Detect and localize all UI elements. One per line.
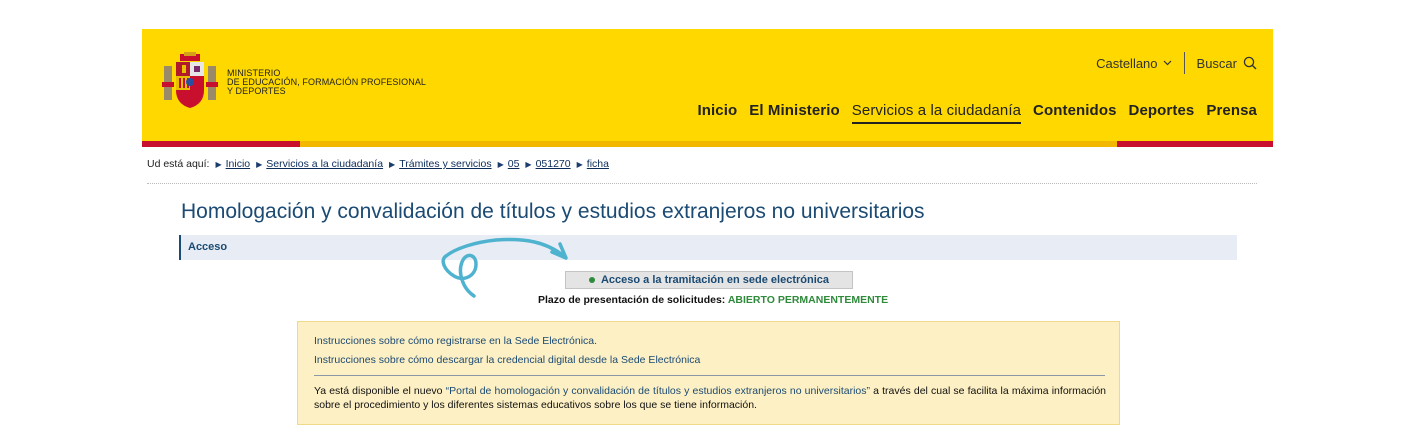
tramitation-access-button[interactable]: Acceso a la tramitación en sede electrón… [565,271,853,289]
deadline-label: Plazo de presentación de solicitudes: [538,294,726,306]
header-tools: Castellano Buscar [1096,52,1257,74]
caret-right-icon: ▶ [215,159,222,169]
credential-instructions-link[interactable]: Instrucciones sobre cómo descargar la cr… [314,354,700,366]
register-instructions-link[interactable]: Instrucciones sobre cómo registrarse en … [314,335,597,347]
coat-of-arms-logo[interactable] [162,52,218,109]
breadcrumb-item: ▶ 051270 [525,158,570,170]
breadcrumb-link-051270[interactable]: 051270 [536,158,571,170]
submission-deadline: Plazo de presentación de solicitudes: AB… [538,294,888,306]
access-section-header: Acceso [179,235,1237,260]
portal-announcement: Ya está disponible el nuevo “Portal de h… [314,384,1106,412]
portal-link[interactable]: “Portal de homologación y convalidación … [446,385,870,397]
main-navigation: Inicio El Ministerio Servicios a la ciud… [698,102,1258,124]
green-dot-icon [588,277,595,283]
chevron-down-icon [1163,60,1171,66]
header-tools-divider [1183,52,1185,74]
nav-item-servicios-ciudadania[interactable]: Servicios a la ciudadanía [851,102,1022,124]
nav-item-prensa[interactable]: Prensa [1206,102,1257,124]
language-selector[interactable]: Castellano [1096,56,1183,71]
breadcrumb-link-ficha[interactable]: ficha [587,158,609,170]
breadcrumb-item: ▶ Servicios a la ciudadanía [256,158,383,170]
breadcrumb-link-servicios[interactable]: Servicios a la ciudadanía [266,158,383,170]
caret-right-icon: ▶ [525,159,532,169]
ministry-name[interactable]: MINISTERIO DE EDUCACIÓN, FORMACIÓN PROFE… [227,69,426,96]
breadcrumb-link-inicio[interactable]: Inicio [226,158,251,170]
info-box: Instrucciones sobre cómo registrarse en … [297,321,1120,425]
page-title: Homologación y convalidación de títulos … [181,200,925,223]
announcement-text-start: Ya está disponible el nuevo [314,385,446,397]
header-stripe-red-right [1117,141,1273,147]
breadcrumb-item: ▶ Trámites y servicios [389,158,492,170]
nav-item-inicio[interactable]: Inicio [698,102,738,124]
header-stripe-gold [300,141,1117,147]
caret-right-icon: ▶ [256,159,263,169]
language-label: Castellano [1096,55,1158,71]
tramitation-button-label: Acceso a la tramitación en sede electrón… [600,274,830,286]
deadline-status: ABIERTO PERMANENTEMENTE [727,294,889,306]
search-button[interactable]: Buscar [1197,56,1257,71]
breadcrumb: Ud está aquí: ▶ Inicio ▶ Servicios a la ci… [147,158,615,170]
nav-item-el-ministerio[interactable]: El Ministerio [749,102,839,124]
access-section-label: Acceso [188,241,228,253]
breadcrumb-link-tramites[interactable]: Trámites y servicios [399,158,491,170]
breadcrumb-link-05[interactable]: 05 [508,158,520,170]
header-stripe-red-left [142,141,300,147]
nav-item-deportes[interactable]: Deportes [1129,102,1195,124]
search-label: Buscar [1196,55,1237,71]
breadcrumb-label: Ud está aquí: [147,158,210,170]
breadcrumb-item: ▶ 05 [498,158,520,170]
breadcrumb-divider [147,183,1257,184]
search-icon [1243,56,1257,70]
site-header: MINISTERIO DE EDUCACIÓN, FORMACIÓN PROFE… [142,29,1273,147]
ministry-line: Y DEPORTES [227,86,286,96]
info-divider [314,375,1105,376]
caret-right-icon: ▶ [576,159,583,169]
breadcrumb-item: ▶ Inicio [215,158,250,170]
breadcrumb-item: ▶ ficha [577,158,609,170]
caret-right-icon: ▶ [389,159,396,169]
curl-arrow-icon [441,237,568,298]
caret-right-icon: ▶ [497,159,504,169]
nav-item-contenidos[interactable]: Contenidos [1033,102,1117,124]
